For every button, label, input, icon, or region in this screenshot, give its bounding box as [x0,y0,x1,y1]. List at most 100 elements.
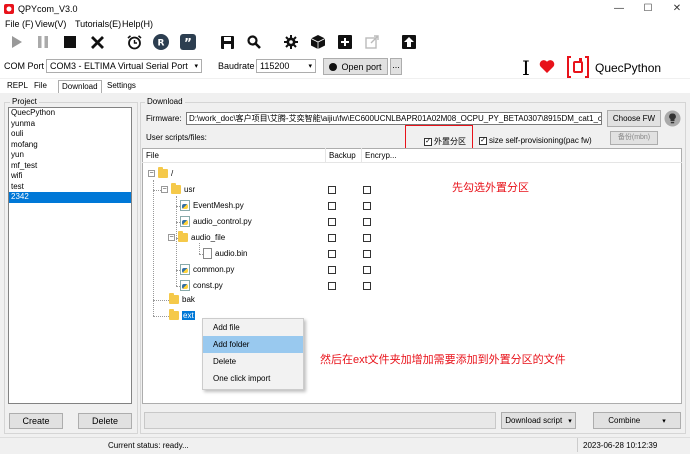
tree-line [153,316,169,317]
add-icon[interactable] [336,33,354,51]
encrypt-checkbox[interactable] [363,202,371,210]
tree-node-file[interactable]: audio.bin [203,248,247,259]
menu-view[interactable]: View(V) [35,19,66,29]
more-button[interactable]: ... [390,58,402,75]
backup-checkbox[interactable] [328,266,336,274]
open-port-button[interactable]: Open port [323,58,388,75]
tree-line [199,243,200,254]
com-port-select[interactable]: COM3 - ELTIMA Virtual Serial Port ▾ [46,59,202,73]
cube-icon[interactable] [309,33,327,51]
baudrate-select[interactable]: 115200 ▾ [256,59,316,73]
list-item[interactable]: mf_test [9,161,131,172]
title-bar [0,0,690,18]
quote-icon[interactable]: ” [179,33,197,51]
context-menu-one-click-import[interactable]: One click import [203,370,303,387]
backup-checkbox[interactable] [328,218,336,226]
column-header-backup[interactable]: Backup [329,151,356,160]
minimize-icon[interactable]: — [612,2,626,16]
heart-icon [539,60,555,73]
app-logo-icon [4,4,14,14]
context-menu-add-folder[interactable]: Add folder [203,336,303,353]
backup-checkbox[interactable] [328,250,336,258]
run-icon[interactable] [8,33,26,51]
project-list[interactable]: QuecPython yunma ouli mofang yun mf_test… [8,107,132,404]
pause-icon[interactable] [34,33,52,51]
tree-line [153,180,154,316]
choose-fw-button[interactable]: Choose FW [607,110,661,127]
firmware-path-field[interactable]: D:\work_doc\客户项目\艾腾-艾奕智能\aijiu\fw\EC600U… [186,112,602,125]
alarm-clock-icon[interactable] [125,33,143,51]
collapse-icon[interactable]: − [161,186,168,193]
tree-node-file[interactable]: audio_control.py [180,216,252,227]
encrypt-checkbox[interactable] [363,282,371,290]
collapse-icon[interactable]: − [148,170,155,177]
python-file-icon [180,280,190,291]
stop-icon[interactable] [61,33,79,51]
maximize-icon[interactable]: ☐ [641,2,655,16]
list-item[interactable]: yunma [9,119,131,130]
terminal-icon[interactable]: R [152,33,170,51]
encrypt-checkbox[interactable] [363,250,371,258]
external-partition-checkbox[interactable]: ✓ 外置分区 [424,136,466,147]
menu-help[interactable]: Help(H) [122,19,153,29]
tree-node-usr[interactable]: − usr [161,183,195,194]
tree-node-ext[interactable]: ext [169,309,195,320]
lightbulb-icon[interactable] [664,110,681,127]
tab-repl[interactable]: REPL [4,80,31,93]
tab-settings[interactable]: Settings [104,80,139,93]
delete-button[interactable]: Delete [78,413,132,429]
encrypt-checkbox[interactable] [363,186,371,194]
column-header-encrypt[interactable]: Encryp... [365,151,397,160]
encrypt-checkbox[interactable] [363,266,371,274]
tree-line [153,190,161,191]
python-file-icon [180,200,190,211]
save-icon[interactable] [218,33,236,51]
list-item[interactable]: wifi [9,171,131,182]
download-group-title: Download [145,97,185,106]
upload-icon[interactable] [400,33,418,51]
collapse-icon[interactable]: − [168,234,175,241]
search-icon[interactable] [245,33,263,51]
annotation-text: 然后在ext文件夹加增加需要添加到外置分区的文件 [320,354,566,366]
tree-node-audio-file[interactable]: − audio_file [168,231,225,242]
context-menu-add-file[interactable]: Add file [203,319,303,336]
tree-node-file[interactable]: EventMesh.py [180,200,244,211]
column-header-file[interactable]: File [146,151,159,160]
backup-checkbox[interactable] [328,282,336,290]
tree-node-file[interactable]: common.py [180,264,234,275]
tab-download[interactable]: Download [58,80,102,93]
backup-checkbox[interactable] [328,186,336,194]
create-button[interactable]: Create [9,413,63,429]
menu-file[interactable]: File (F) [5,19,34,29]
close-icon[interactable]: ✕ [670,2,684,16]
list-item-selected[interactable]: 2342 [9,192,131,203]
encrypt-checkbox[interactable] [363,234,371,242]
project-group-title: Project [10,97,39,106]
backup-checkbox[interactable] [328,234,336,242]
gear-icon[interactable] [282,33,300,51]
menu-tutorials[interactable]: Tutorials(E) [75,19,121,29]
list-item[interactable]: QuecPython [9,108,131,119]
backup-checkbox[interactable] [328,202,336,210]
clear-icon[interactable] [88,33,106,51]
text-cursor-icon: I [522,56,530,80]
list-item[interactable]: mofang [9,140,131,151]
file-tree-header [142,148,682,163]
download-script-button[interactable]: Download script ▾ [501,412,576,429]
list-item[interactable]: yun [9,150,131,161]
backup-mbn-button[interactable]: 备份(mbn) [610,131,658,145]
export-icon[interactable] [363,33,381,51]
tree-node-bak[interactable]: bak [169,293,195,304]
current-status: Current status: ready... [108,441,189,450]
folder-icon [178,231,188,242]
context-menu-delete[interactable]: Delete [203,353,303,370]
list-item[interactable]: ouli [9,129,131,140]
list-item[interactable]: test [9,182,131,193]
tab-file[interactable]: File [31,80,50,93]
size-self-provisioning-checkbox[interactable]: ✓ size self-provisioning(pac fw) [479,136,592,145]
status-divider [577,438,578,452]
combine-button[interactable]: Combine ▾ [593,412,681,429]
tree-node-file[interactable]: const.py [180,280,223,291]
encrypt-checkbox[interactable] [363,218,371,226]
tree-node-root[interactable]: − / [148,167,173,178]
